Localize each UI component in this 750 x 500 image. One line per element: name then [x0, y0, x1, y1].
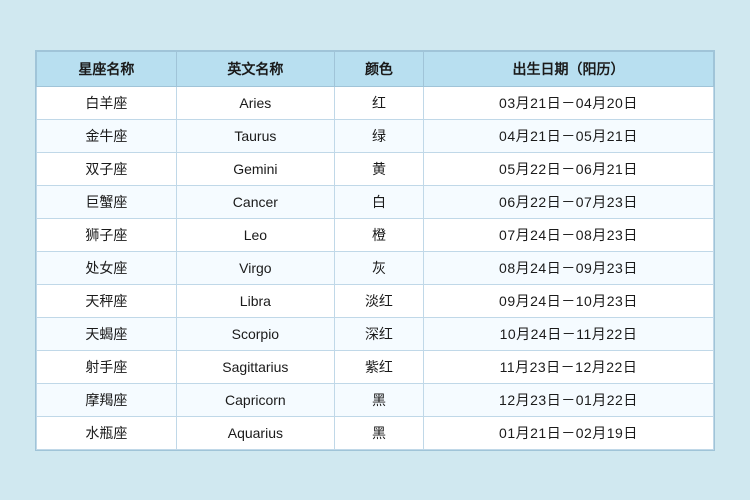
table-row: 天秤座Libra淡红09月24日－10月23日 [37, 284, 714, 317]
cell-chinese-name: 巨蟹座 [37, 185, 177, 218]
cell-english-name: Cancer [176, 185, 334, 218]
cell-dates: 04月21日－05月21日 [423, 119, 713, 152]
cell-chinese-name: 白羊座 [37, 86, 177, 119]
cell-dates: 09月24日－10月23日 [423, 284, 713, 317]
table-row: 天蝎座Scorpio深红10月24日－11月22日 [37, 317, 714, 350]
cell-dates: 11月23日－12月22日 [423, 350, 713, 383]
cell-dates: 10月24日－11月22日 [423, 317, 713, 350]
table-row: 处女座Virgo灰08月24日－09月23日 [37, 251, 714, 284]
header-color: 颜色 [334, 51, 423, 86]
table-row: 摩羯座Capricorn黑12月23日－01月22日 [37, 383, 714, 416]
cell-color: 灰 [334, 251, 423, 284]
cell-color: 淡红 [334, 284, 423, 317]
table-row: 双子座Gemini黄05月22日－06月21日 [37, 152, 714, 185]
table-header-row: 星座名称 英文名称 颜色 出生日期（阳历） [37, 51, 714, 86]
cell-english-name: Capricorn [176, 383, 334, 416]
cell-color: 紫红 [334, 350, 423, 383]
header-birth-date: 出生日期（阳历） [423, 51, 713, 86]
zodiac-table: 星座名称 英文名称 颜色 出生日期（阳历） 白羊座Aries红03月21日－04… [36, 51, 714, 450]
table-row: 巨蟹座Cancer白06月22日－07月23日 [37, 185, 714, 218]
cell-english-name: Gemini [176, 152, 334, 185]
cell-chinese-name: 天秤座 [37, 284, 177, 317]
cell-chinese-name: 天蝎座 [37, 317, 177, 350]
cell-english-name: Scorpio [176, 317, 334, 350]
cell-dates: 01月21日－02月19日 [423, 416, 713, 449]
cell-color: 深红 [334, 317, 423, 350]
cell-chinese-name: 金牛座 [37, 119, 177, 152]
cell-color: 黑 [334, 383, 423, 416]
cell-english-name: Leo [176, 218, 334, 251]
cell-color: 绿 [334, 119, 423, 152]
cell-chinese-name: 摩羯座 [37, 383, 177, 416]
header-chinese-name: 星座名称 [37, 51, 177, 86]
cell-english-name: Libra [176, 284, 334, 317]
cell-color: 白 [334, 185, 423, 218]
cell-dates: 03月21日－04月20日 [423, 86, 713, 119]
table-row: 水瓶座Aquarius黑01月21日－02月19日 [37, 416, 714, 449]
header-english-name: 英文名称 [176, 51, 334, 86]
cell-english-name: Aquarius [176, 416, 334, 449]
zodiac-table-container: 星座名称 英文名称 颜色 出生日期（阳历） 白羊座Aries红03月21日－04… [35, 50, 715, 451]
cell-english-name: Taurus [176, 119, 334, 152]
cell-chinese-name: 水瓶座 [37, 416, 177, 449]
cell-english-name: Aries [176, 86, 334, 119]
cell-color: 黄 [334, 152, 423, 185]
cell-dates: 05月22日－06月21日 [423, 152, 713, 185]
cell-color: 黑 [334, 416, 423, 449]
cell-dates: 08月24日－09月23日 [423, 251, 713, 284]
table-body: 白羊座Aries红03月21日－04月20日金牛座Taurus绿04月21日－0… [37, 86, 714, 449]
cell-dates: 07月24日－08月23日 [423, 218, 713, 251]
cell-color: 红 [334, 86, 423, 119]
cell-english-name: Sagittarius [176, 350, 334, 383]
cell-chinese-name: 双子座 [37, 152, 177, 185]
cell-dates: 12月23日－01月22日 [423, 383, 713, 416]
cell-english-name: Virgo [176, 251, 334, 284]
table-row: 射手座Sagittarius紫红11月23日－12月22日 [37, 350, 714, 383]
table-row: 狮子座Leo橙07月24日－08月23日 [37, 218, 714, 251]
cell-chinese-name: 射手座 [37, 350, 177, 383]
cell-color: 橙 [334, 218, 423, 251]
cell-dates: 06月22日－07月23日 [423, 185, 713, 218]
table-row: 白羊座Aries红03月21日－04月20日 [37, 86, 714, 119]
table-row: 金牛座Taurus绿04月21日－05月21日 [37, 119, 714, 152]
cell-chinese-name: 处女座 [37, 251, 177, 284]
cell-chinese-name: 狮子座 [37, 218, 177, 251]
